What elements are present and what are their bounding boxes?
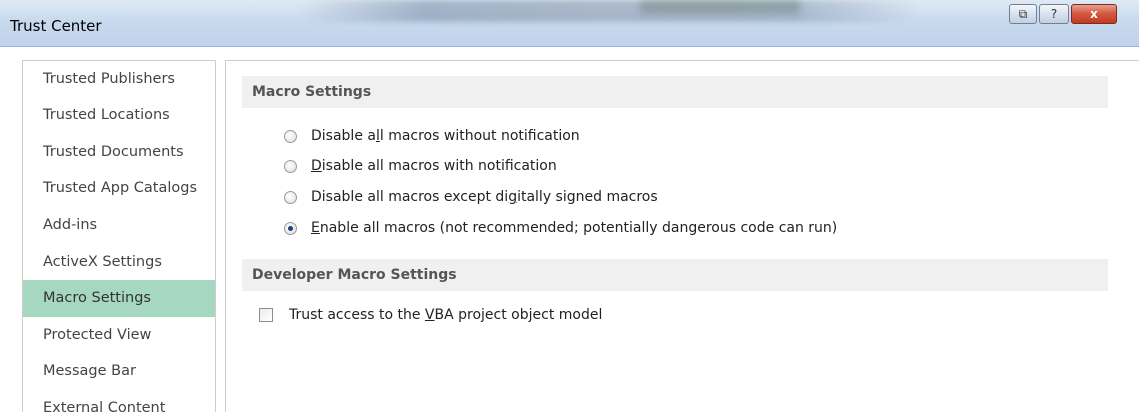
radio-button-checked[interactable] — [284, 221, 297, 235]
radio-disable-without-notification[interactable]: Disable all macros without notification — [284, 125, 580, 147]
close-button[interactable]: x — [1071, 4, 1117, 24]
radio-button[interactable] — [284, 190, 297, 204]
radio-button[interactable] — [284, 159, 297, 173]
nav-item-trusted-publishers[interactable]: Trusted Publishers — [23, 61, 215, 98]
option-label: Disable all macros without notification — [311, 128, 580, 144]
nav-item-message-bar[interactable]: Message Bar — [23, 353, 215, 390]
option-label: Enable all macros (not recommended; pote… — [311, 220, 838, 236]
close-icon: x — [1090, 7, 1098, 21]
developer-macro-settings-header: Developer Macro Settings — [242, 259, 1108, 291]
checkbox-label: Trust access to the VBA project object m… — [289, 307, 603, 323]
radio-disable-except-signed[interactable]: Disable all macros except digitally sign… — [284, 186, 658, 208]
restore-button[interactable]: ⧉ — [1009, 4, 1037, 24]
title-bar-glow — [300, 0, 920, 22]
nav-item-macro-settings[interactable]: Macro Settings — [23, 280, 215, 317]
restore-icon: ⧉ — [1018, 6, 1028, 21]
title-bar-glow-accent — [640, 0, 800, 14]
nav-item-external-content[interactable]: External Content — [23, 390, 215, 412]
checkbox-trust-vba-object-model[interactable]: Trust access to the VBA project object m… — [259, 304, 602, 326]
title-bar: Trust Center ⧉ ? x — [0, 0, 1139, 47]
radio-enable-all-macros[interactable]: Enable all macros (not recommended; pote… — [284, 217, 837, 239]
nav-item-trusted-locations[interactable]: Trusted Locations — [23, 97, 215, 134]
nav-item-trusted-app-catalogs[interactable]: Trusted App Catalogs — [23, 170, 215, 207]
option-label: Disable all macros with notification — [311, 158, 557, 174]
nav-item-protected-view[interactable]: Protected View — [23, 317, 215, 354]
radio-disable-with-notification[interactable]: Disable all macros with notification — [284, 155, 557, 177]
help-button[interactable]: ? — [1039, 4, 1069, 24]
checkbox[interactable] — [259, 308, 273, 322]
macro-settings-header: Macro Settings — [242, 76, 1108, 108]
radio-button[interactable] — [284, 129, 297, 143]
nav-item-trusted-documents[interactable]: Trusted Documents — [23, 134, 215, 171]
nav-item-add-ins[interactable]: Add-ins — [23, 207, 215, 244]
macro-settings-panel: Macro Settings Disable all macros withou… — [225, 60, 1139, 412]
option-label: Disable all macros except digitally sign… — [311, 189, 658, 205]
help-icon: ? — [1050, 7, 1058, 21]
trust-center-nav: Trusted Publishers Trusted Locations Tru… — [22, 60, 216, 412]
window-title: Trust Center — [10, 17, 102, 35]
caption-buttons: ⧉ ? x — [1007, 4, 1117, 24]
nav-item-activex-settings[interactable]: ActiveX Settings — [23, 244, 215, 281]
